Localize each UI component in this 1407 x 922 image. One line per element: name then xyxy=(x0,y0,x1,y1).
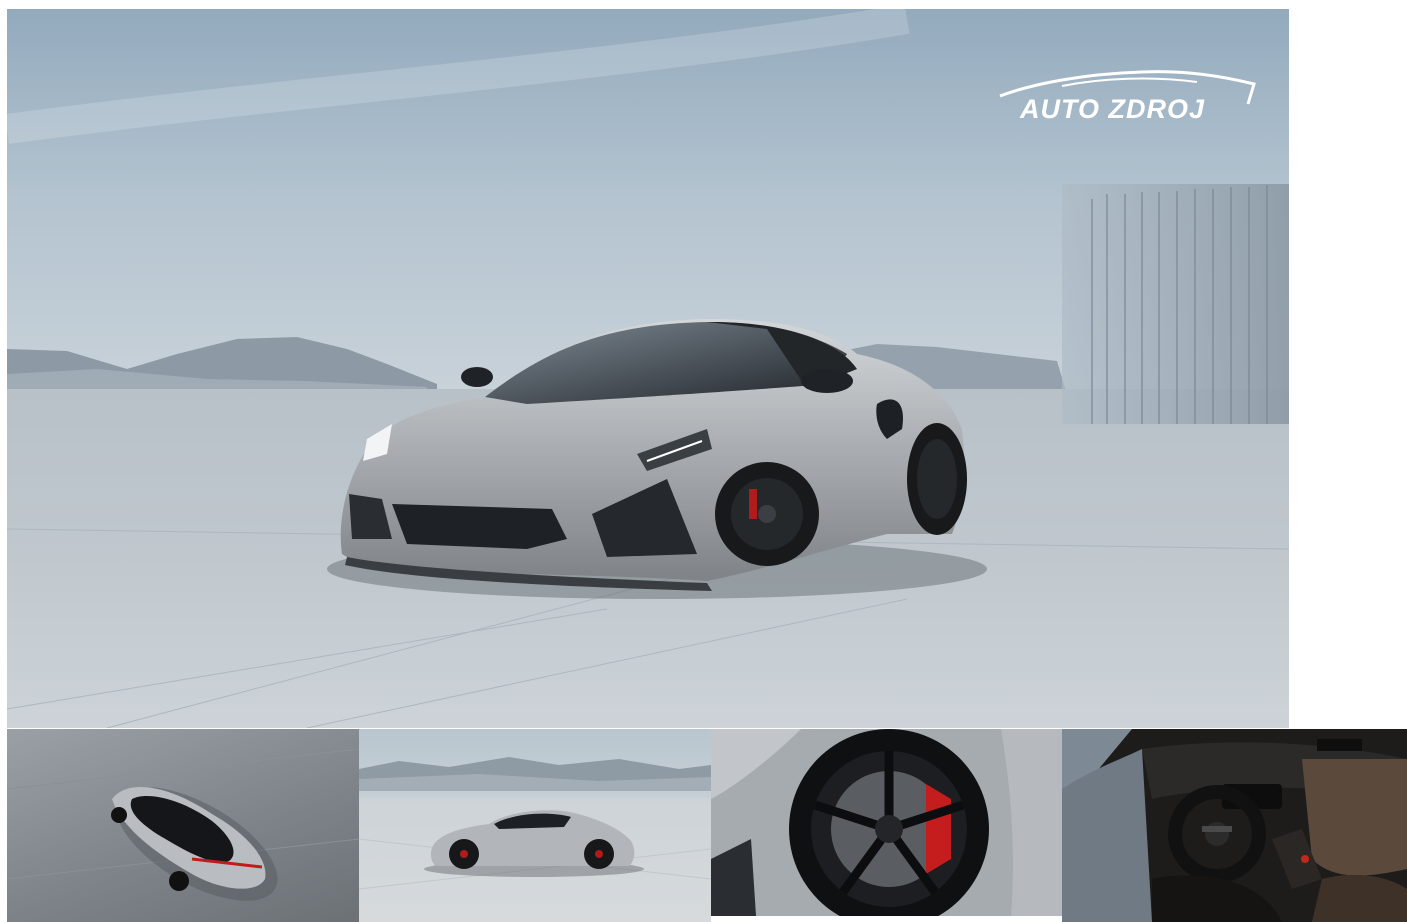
thumbnail-interior[interactable] xyxy=(1062,729,1407,922)
brand-logo[interactable]: AUTO ZDROJ xyxy=(992,64,1262,134)
car-interior-dashboard-photo xyxy=(1062,729,1407,922)
wheel-brake-detail-photo xyxy=(711,729,1062,916)
thumbnail-side-view[interactable] xyxy=(359,729,711,922)
brand-name: AUTO ZDROJ xyxy=(1020,94,1206,124)
thumbnail-top-view[interactable] xyxy=(7,729,359,922)
car-side-view-photo xyxy=(359,757,711,890)
hero-image[interactable]: AUTO ZDROJ xyxy=(7,9,1289,728)
car-top-view-photo xyxy=(7,748,359,901)
thumbnail-wheel-detail[interactable] xyxy=(711,729,1062,916)
